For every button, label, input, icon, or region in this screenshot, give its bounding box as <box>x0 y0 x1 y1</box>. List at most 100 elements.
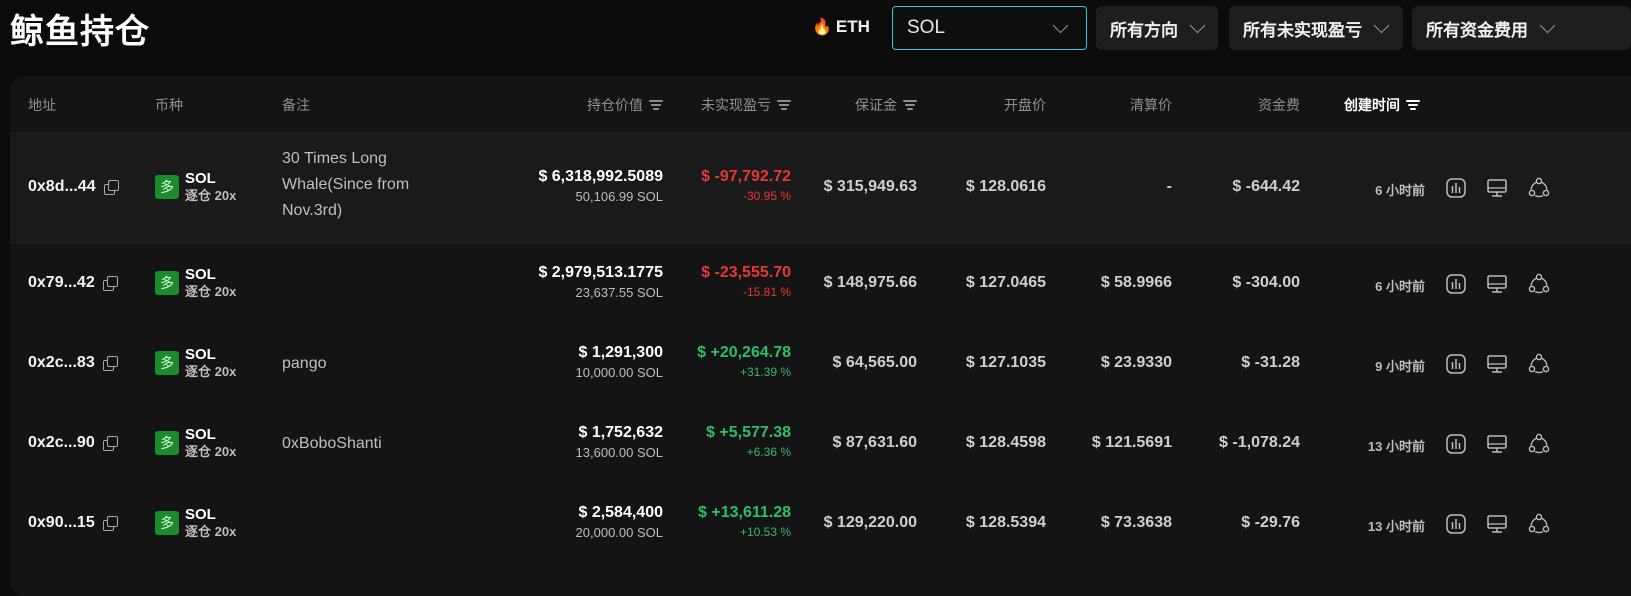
address-text[interactable]: 0x2c...83 <box>28 354 95 372</box>
col-created-time[interactable]: 创建时间 <box>1344 95 1420 115</box>
leverage-label: 逐仓 20x <box>185 364 237 379</box>
pnl-filter[interactable]: 所有未实现盈亏 <box>1229 6 1403 50</box>
address-text[interactable]: 0x79...42 <box>28 274 95 292</box>
note-text: 0xBoboShanti <box>282 435 382 452</box>
col-position-value[interactable]: 持仓价值 <box>587 95 663 115</box>
pnl-cell: $ +20,264.78 +31.39 % <box>697 344 791 379</box>
pnl-value: $ -23,555.70 <box>701 264 791 281</box>
leverage-label: 逐仓 20x <box>185 444 237 459</box>
page-title: 鲸鱼持仓 <box>10 13 150 51</box>
position-value-cell: $ 1,752,632 13,600.00 SOL <box>576 424 663 460</box>
coin-cell: 多 SOL 逐仓 20x <box>155 506 236 540</box>
share-icon[interactable] <box>1528 433 1550 455</box>
created-time-value: 13 小时前 <box>1367 439 1425 454</box>
position-value: $ 6,318,992.5089 <box>538 168 663 185</box>
col-margin[interactable]: 保证金 <box>855 95 917 115</box>
open-price-value: $ 128.5394 <box>965 514 1046 531</box>
monitor-icon[interactable] <box>1486 273 1508 295</box>
table-row[interactable]: 0x90...15 多 SOL 逐仓 20x $ 2,584,400 20,000.00 … <box>10 484 1631 564</box>
share-icon[interactable] <box>1528 513 1550 535</box>
position-qty: 20,000.00 SOL <box>575 525 663 540</box>
direction-filter[interactable]: 所有方向 <box>1096 6 1218 50</box>
direction-filter-label: 所有方向 <box>1110 20 1178 40</box>
address-text[interactable]: 0x90...15 <box>28 514 95 532</box>
share-icon[interactable] <box>1528 273 1550 295</box>
copy-icon[interactable] <box>102 356 118 371</box>
address-cell[interactable]: 0x90...15 <box>28 514 118 532</box>
margin-value: $ 148,975.66 <box>823 274 917 291</box>
margin-value: $ 87,631.60 <box>832 434 917 451</box>
share-icon[interactable] <box>1528 177 1550 199</box>
liq-price-value: $ 121.5691 <box>1091 434 1172 451</box>
position-value-cell: $ 1,291,300 10,000.00 SOL <box>576 344 663 380</box>
chart-icon[interactable] <box>1445 273 1467 295</box>
sort-icon <box>649 100 663 110</box>
coin-symbol: SOL <box>185 170 216 187</box>
funding-fee-value: $ -31.28 <box>1241 354 1300 371</box>
note-text: pango <box>282 355 327 372</box>
sort-icon <box>777 100 791 110</box>
address-cell[interactable]: 0x8d...44 <box>28 178 119 196</box>
position-value: $ 1,291,300 <box>578 344 663 361</box>
position-qty: 13,600.00 SOL <box>575 445 663 460</box>
address-cell[interactable]: 0x79...42 <box>28 274 118 292</box>
positions-table: 地址 币种 备注 持仓价值 未实现盈亏 保证金 开盘价 清算价 资金费 创建时间… <box>10 76 1631 596</box>
monitor-icon[interactable] <box>1486 513 1508 535</box>
copy-icon[interactable] <box>102 436 118 451</box>
chevron-down-icon <box>1052 17 1069 33</box>
open-price-value: $ 128.0616 <box>965 178 1046 195</box>
share-icon[interactable] <box>1528 353 1550 375</box>
coin-select[interactable]: SOL <box>892 6 1087 50</box>
coin-symbol: SOL <box>185 266 216 283</box>
pnl-percent: +31.39 % <box>739 365 791 379</box>
copy-icon[interactable] <box>102 276 118 291</box>
funding-filter[interactable]: 所有资金费用 <box>1412 6 1631 50</box>
pnl-cell: $ +5,577.38 +6.36 % <box>706 424 791 459</box>
pnl-value: $ +13,611.28 <box>698 504 791 521</box>
coin-cell: 多 SOL 逐仓 20x <box>155 170 236 204</box>
coin-cell: 多 SOL 逐仓 20x <box>155 426 236 460</box>
coin-symbol: SOL <box>185 346 216 363</box>
table-row[interactable]: 0x2c...83 多 SOL 逐仓 20x pango $ 1,291,300 10,00… <box>10 324 1631 404</box>
sort-icon <box>1406 100 1420 110</box>
created-time-value: 6 小时前 <box>1375 279 1425 294</box>
pnl-percent: +6.36 % <box>746 445 791 459</box>
liq-price-value: $ 23.9330 <box>1100 354 1172 371</box>
leverage-label: 逐仓 20x <box>185 284 237 299</box>
position-value: $ 1,752,632 <box>578 424 663 441</box>
address-cell[interactable]: 0x2c...83 <box>28 354 118 372</box>
position-value: $ 2,979,513.1775 <box>538 264 663 281</box>
monitor-icon[interactable] <box>1486 177 1508 199</box>
address-text[interactable]: 0x8d...44 <box>28 178 96 196</box>
monitor-icon[interactable] <box>1486 353 1508 375</box>
created-time-value: 6 小时前 <box>1375 183 1425 198</box>
address-text[interactable]: 0x2c...90 <box>28 434 95 452</box>
col-unrealized-pnl[interactable]: 未实现盈亏 <box>701 95 791 115</box>
liq-price-value: $ 58.9966 <box>1100 274 1172 291</box>
pnl-value: $ -97,792.72 <box>701 168 791 185</box>
chart-icon[interactable] <box>1445 433 1467 455</box>
funding-fee-value: $ -29.76 <box>1241 514 1300 531</box>
long-badge: 多 <box>155 175 179 199</box>
pnl-filter-label: 所有未实现盈亏 <box>1243 20 1362 40</box>
table-row[interactable]: 0x8d...44 多 SOL 逐仓 20x 30 Times Long Whale(S… <box>10 132 1631 244</box>
table-row[interactable]: 0x79...42 多 SOL 逐仓 20x $ 2,979,513.1775 23,63… <box>10 244 1631 324</box>
pnl-cell: $ -97,792.72 -30.95 % <box>701 168 791 203</box>
funding-fee-value: $ -644.42 <box>1232 178 1300 195</box>
chart-icon[interactable] <box>1445 353 1467 375</box>
col-address: 地址 <box>28 97 56 113</box>
table-row[interactable]: 0x2c...90 多 SOL 逐仓 20x 0xBoboShanti $ 1,752,6… <box>10 404 1631 484</box>
open-price-value: $ 127.0465 <box>965 274 1046 291</box>
chart-icon[interactable] <box>1445 513 1467 535</box>
monitor-icon[interactable] <box>1486 433 1508 455</box>
eth-tab[interactable]: 🔥 ETH <box>812 17 870 37</box>
margin-value: $ 129,220.00 <box>823 514 917 531</box>
margin-value: $ 64,565.00 <box>832 354 917 371</box>
copy-icon[interactable] <box>103 180 119 195</box>
long-badge: 多 <box>155 431 179 455</box>
liq-price-value: - <box>1166 178 1172 195</box>
chart-icon[interactable] <box>1445 177 1467 199</box>
position-value: $ 2,584,400 <box>578 504 663 521</box>
copy-icon[interactable] <box>102 516 118 531</box>
address-cell[interactable]: 0x2c...90 <box>28 434 118 452</box>
